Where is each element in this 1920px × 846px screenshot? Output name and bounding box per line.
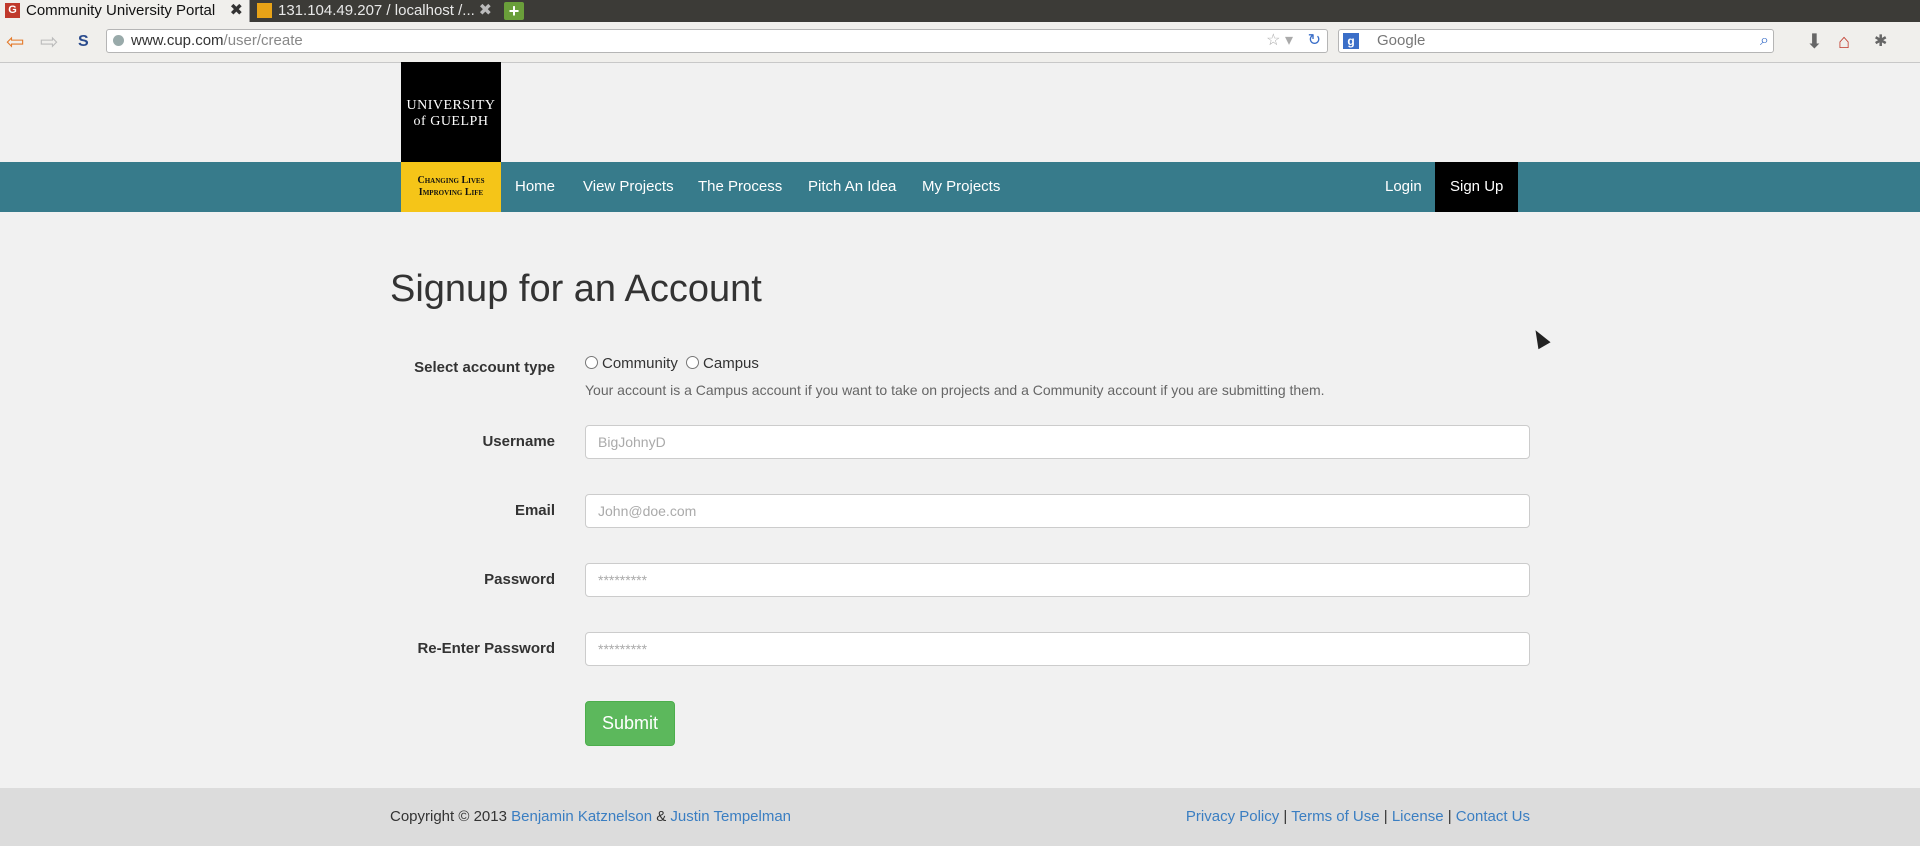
license-link[interactable]: License [1392, 808, 1444, 825]
address-bar[interactable]: www.cup.com/user/create ☆ ▾ ↻ [106, 29, 1328, 53]
browser-tab-bar: G Community University Portal ✖ 131.104.… [0, 0, 1920, 22]
privacy-policy-link[interactable]: Privacy Policy [1186, 808, 1279, 825]
copyright-text: Copyright © 2013 [390, 808, 507, 825]
radio-community-label[interactable]: Community [602, 355, 678, 372]
email-label: Email [514, 502, 555, 519]
logo-tagline2: Improving Life [418, 187, 484, 198]
logo-line1: UNIVERSITY [406, 98, 496, 113]
username-input[interactable]: BigJohnyD [585, 425, 1530, 459]
back-arrow-icon[interactable]: ⇦ [6, 30, 24, 54]
account-type-radios: Community Campus [585, 355, 759, 372]
nav-pitch-an-idea[interactable]: Pitch An Idea [808, 162, 896, 212]
browser-tab-inactive[interactable]: 131.104.49.207 / localhost /... ✖ [252, 0, 498, 22]
browser-tab-active[interactable]: G Community University Portal ✖ [0, 0, 250, 22]
footer-links: Privacy Policy | Terms of Use | License … [1186, 808, 1530, 825]
tab-title: 131.104.49.207 / localhost /... [278, 2, 475, 19]
search-placeholder: Google [1377, 32, 1426, 49]
radio-community[interactable] [585, 356, 598, 369]
google-engine-icon[interactable]: g [1343, 33, 1359, 49]
site-favicon-icon: G [5, 3, 20, 18]
addon-s-icon[interactable]: S [78, 30, 89, 54]
nav-the-process[interactable]: The Process [698, 162, 782, 212]
submit-button[interactable]: Submit [585, 701, 675, 746]
password-label: Password [484, 571, 555, 588]
university-logo[interactable]: UNIVERSITY of GUELPH Changing Lives Impr… [401, 62, 501, 212]
logo-line2: of GUELPH [413, 114, 489, 129]
author-link-1[interactable]: Benjamin Katznelson [511, 808, 652, 825]
bookmark-star-icon[interactable]: ☆ ▾ [1266, 30, 1293, 52]
forward-arrow-icon[interactable]: ⇨ [40, 30, 58, 54]
close-tab-icon[interactable]: ✖ [230, 0, 243, 22]
footer-separator: | [1447, 808, 1452, 825]
phpmyadmin-favicon-icon [257, 3, 272, 18]
contact-us-link[interactable]: Contact Us [1456, 808, 1530, 825]
reenter-password-input[interactable]: ********* [585, 632, 1530, 666]
nav-view-projects[interactable]: View Projects [583, 162, 674, 212]
terms-of-use-link[interactable]: Terms of Use [1291, 808, 1379, 825]
reload-icon[interactable]: ↻ [1308, 30, 1321, 52]
author-link-2[interactable]: Justin Tempelman [670, 808, 791, 825]
logo-tagline: Changing Lives Improving Life [401, 162, 501, 212]
reenter-password-label: Re-Enter Password [417, 640, 555, 657]
globe-icon [113, 35, 124, 46]
main-nav: Home View Projects The Process Pitch An … [0, 162, 1920, 212]
download-arrow-icon[interactable]: ⬇ [1806, 30, 1823, 54]
account-type-help: Your account is a Campus account if you … [585, 382, 1325, 398]
search-icon[interactable]: ⌕ [1760, 30, 1769, 52]
logo-wordmark: UNIVERSITY of GUELPH [401, 62, 501, 162]
page-title: Signup for an Account [390, 268, 762, 310]
radio-campus[interactable] [686, 356, 700, 369]
nav-home[interactable]: Home [515, 162, 555, 212]
mouse-cursor-icon [1529, 326, 1551, 350]
footer: Copyright © 2013 Benjamin Katznelson & J… [0, 788, 1920, 846]
close-tab-icon[interactable]: ✖ [479, 0, 492, 22]
radio-campus-label[interactable]: Campus [703, 355, 759, 372]
footer-separator: | [1383, 808, 1388, 825]
account-type-label: Select account type [414, 359, 555, 376]
bug-icon[interactable]: ✱ [1874, 30, 1887, 54]
nav-login[interactable]: Login [1385, 162, 1422, 212]
password-input[interactable]: ********* [585, 563, 1530, 597]
author-separator: & [656, 808, 667, 825]
logo-tagline1: Changing Lives [417, 175, 485, 186]
nav-sign-up[interactable]: Sign Up [1435, 162, 1519, 212]
new-tab-button[interactable]: + [504, 2, 524, 20]
search-bar[interactable]: g Google ⌕ [1338, 29, 1774, 53]
username-label: Username [482, 433, 555, 450]
footer-copyright: Copyright © 2013 Benjamin Katznelson & J… [390, 808, 791, 825]
nav-my-projects[interactable]: My Projects [922, 162, 1000, 212]
url-path: /user/create [223, 32, 303, 49]
footer-separator: | [1283, 808, 1288, 825]
browser-toolbar: ⇦ ⇨ S www.cup.com/user/create ☆ ▾ ↻ g Go… [0, 22, 1920, 63]
tab-title: Community University Portal [26, 2, 216, 19]
url-host: www.cup.com [131, 32, 224, 49]
email-input[interactable]: John@doe.com [585, 494, 1530, 528]
home-icon[interactable]: ⌂ [1838, 30, 1850, 54]
